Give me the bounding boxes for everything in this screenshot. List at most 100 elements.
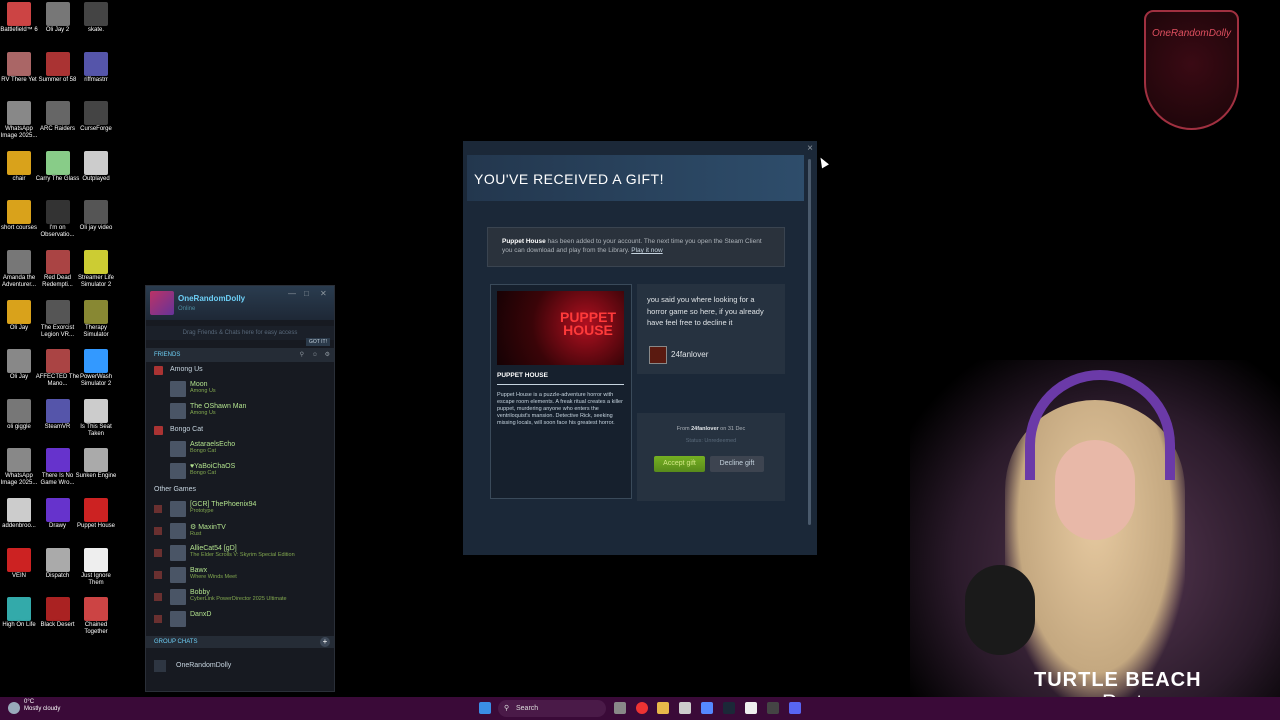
friend-game: Where Winds Meet	[190, 574, 237, 580]
discord-icon[interactable]	[789, 702, 801, 714]
friend-game: CyberLink PowerDirector 2025 Ultimate	[190, 596, 287, 602]
friend-group-header[interactable]: Among Us	[146, 362, 334, 378]
desktop-icon-image	[7, 150, 31, 175]
game-icon	[154, 527, 162, 535]
friend-name: ⚙ MaxinTV	[190, 524, 226, 531]
start-icon[interactable]	[479, 702, 491, 714]
desktop-icon-image	[7, 398, 31, 423]
group-chat-item[interactable]: OneRandomDolly	[146, 656, 334, 676]
desktop-icon-label: Outplayed	[82, 175, 110, 182]
friend-avatar	[170, 501, 186, 517]
desktop-icon-image	[7, 547, 31, 572]
desktop-icon[interactable]: Sunken Engine	[73, 448, 119, 480]
desktop-icon-label: Chained Together	[84, 622, 108, 636]
desktop-icon-image	[7, 597, 31, 622]
chrome-icon[interactable]	[636, 702, 648, 714]
accept-gift-button[interactable]: Accept gift	[654, 456, 705, 472]
weather-widget[interactable]: 0°C Mostly cloudy	[24, 699, 60, 713]
search-label: Search	[516, 705, 539, 712]
desktop-icon[interactable]: Puppet House	[73, 498, 119, 530]
friend-name: Bobby	[190, 589, 210, 596]
game-name: PUPPET HOUSE	[497, 372, 548, 379]
desktop-icon[interactable]: PowerWash Simulator 2	[73, 349, 119, 388]
play-it-now-link[interactable]: Play it now	[631, 247, 662, 254]
desktop-icon[interactable]: CurseForge	[73, 101, 119, 133]
got-it-button[interactable]: GOT IT!	[306, 338, 330, 346]
taskbar-search[interactable]: ⚲ Search	[498, 700, 606, 717]
group-chat-name: OneRandomDolly	[176, 662, 232, 669]
friend-row[interactable]: Bobby CyberLink PowerDirector 2025 Ultima…	[146, 586, 334, 608]
app-icon[interactable]	[701, 702, 713, 714]
friend-name: Moon	[190, 381, 208, 388]
desktop-icon[interactable]: riffmastrr	[73, 51, 119, 84]
friend-row[interactable]: AllieCat54 [gD] The Elder Scrolls V: Skyr…	[146, 542, 334, 564]
gift-message: you said you where looking for a horror …	[647, 295, 764, 327]
app-icon-2[interactable]	[767, 702, 779, 714]
friend-avatar	[170, 523, 186, 539]
game-icon	[154, 549, 162, 557]
friend-avatar	[170, 381, 186, 397]
friend-row[interactable]: DanxD	[146, 608, 334, 630]
game-capsule-image[interactable]: PUPPET HOUSE	[497, 291, 624, 365]
other-games-header[interactable]: Other Games	[146, 482, 334, 498]
task-view-icon[interactable]	[614, 702, 626, 714]
friend-name: DanxD	[190, 611, 212, 618]
desktop-icon[interactable]: Chained Together	[73, 597, 119, 636]
friends-list-window[interactable]: OneRandomDolly Online — □ ✕ Drag Friends…	[145, 285, 335, 692]
friend-row[interactable]: ⚙ MaxinTV Rust	[146, 520, 334, 542]
desktop-icon-image	[84, 349, 108, 374]
user-avatar[interactable]	[150, 291, 174, 315]
friend-row[interactable]: [GCR] ThePhoenix94 Prototype	[146, 498, 334, 520]
desktop-icon[interactable]: Streamer Life Simulator 2	[73, 250, 119, 289]
search-icon[interactable]: ⚲	[300, 348, 304, 362]
friend-row[interactable]: Bawx Where Winds Meet	[146, 564, 334, 586]
sender-name[interactable]: 24fanlover	[671, 350, 708, 359]
friend-name: The OShawn Man	[190, 403, 247, 410]
add-group-chat-icon[interactable]: +	[320, 637, 330, 647]
desktop-icon-label: Sunken Engine	[75, 473, 117, 480]
desktop-icon[interactable]: Oli jay video	[73, 200, 119, 232]
weather-icon[interactable]	[8, 702, 20, 714]
desktop-icon-image	[7, 448, 31, 473]
friend-row[interactable]: ♥YaBoiChaOS Bongo Cat	[146, 460, 334, 482]
desktop-icon[interactable]: Just Ignore Them	[73, 547, 119, 587]
friend-row[interactable]: Moon Among Us	[146, 378, 334, 400]
desktop-icon-label: Puppet House	[76, 523, 116, 529]
gift-title-bar: YOU'VE RECEIVED A GIFT!	[467, 155, 804, 201]
desktop-icon[interactable]: Therapy Simulator	[73, 299, 119, 339]
desktop-icon-image	[7, 498, 31, 522]
friend-name: Bawx	[190, 567, 208, 574]
username[interactable]: OneRandomDolly	[178, 294, 245, 303]
decline-gift-button[interactable]: Decline gift	[710, 456, 764, 472]
desktop-icon-image	[7, 51, 31, 76]
steam-icon[interactable]	[723, 702, 735, 714]
desktop-icon-label: Therapy Simulator	[83, 324, 109, 338]
close-icon[interactable]: ×	[807, 143, 813, 154]
friend-game: Among Us	[190, 388, 216, 394]
desktop-icon-label: skate.	[87, 27, 104, 33]
add-friend-icon[interactable]: ☺	[312, 348, 318, 362]
desktop-icon[interactable]: skate.	[73, 2, 119, 34]
sender-avatar[interactable]	[649, 346, 667, 364]
friend-game: Bongo Cat	[190, 470, 216, 476]
close-icon[interactable]: ✕	[320, 289, 327, 298]
desktop-icon-image	[45, 597, 70, 622]
desktop-icon[interactable]: Outplayed	[73, 150, 119, 183]
desktop-icon-image	[45, 200, 70, 225]
file-explorer-icon[interactable]	[657, 702, 669, 714]
weather-temp: 0°C	[24, 699, 35, 705]
friend-group-header[interactable]: Bongo Cat	[146, 422, 334, 438]
minimize-icon[interactable]: —	[288, 289, 296, 298]
desktop-icon-image	[84, 547, 108, 572]
friend-name: [GCR] ThePhoenix94	[190, 501, 257, 508]
game-icon	[154, 615, 162, 623]
maximize-icon[interactable]: □	[304, 289, 309, 298]
desktop-icon[interactable]: Is This Seat Taken	[73, 398, 119, 438]
friend-row[interactable]: The OShawn Man Among Us	[146, 400, 334, 422]
scrollbar[interactable]	[808, 159, 811, 525]
settings-icon[interactable]: ⚙	[325, 348, 330, 362]
friend-row[interactable]: AstaraelsEcho Bongo Cat	[146, 438, 334, 460]
group-chats-header[interactable]: GROUP CHATS +	[146, 636, 334, 648]
notepad-icon[interactable]	[745, 702, 757, 714]
store-icon[interactable]	[679, 702, 691, 714]
